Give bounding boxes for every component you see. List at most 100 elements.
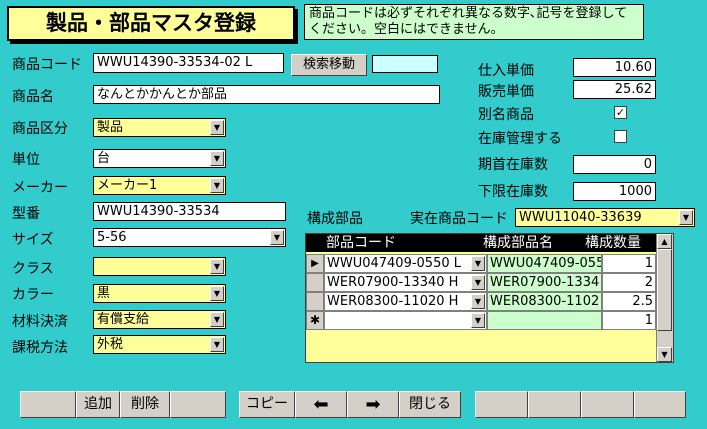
chevron-down-icon[interactable]: ▼ bbox=[210, 151, 224, 166]
material-select[interactable]: 有償支給 ▼ bbox=[93, 310, 226, 329]
tax-value: 外税 bbox=[97, 337, 124, 352]
header-selector bbox=[306, 234, 324, 252]
delete-button[interactable]: 削除 bbox=[120, 391, 170, 418]
unit-label: 単位 bbox=[12, 152, 40, 168]
actual-product-code-value: WWU11040-33639 bbox=[519, 210, 642, 225]
chevron-down-icon[interactable]: ▼ bbox=[471, 313, 485, 328]
purchase-price-field[interactable]: 10.60 bbox=[573, 58, 656, 77]
table-row-quantity[interactable]: 2 bbox=[602, 273, 656, 292]
table-row-part-code[interactable]: WWU047409-0550 L ▼ bbox=[324, 254, 487, 273]
row-selector[interactable] bbox=[306, 273, 324, 292]
product-name-field[interactable]: なんとかかんとか部品 bbox=[93, 85, 440, 104]
size-label: サイズ bbox=[12, 232, 54, 248]
arrow-left-icon: ⬅ bbox=[313, 394, 329, 415]
material-label: 材料決済 bbox=[12, 314, 68, 330]
opening-stock-label: 期首在庫数 bbox=[478, 157, 548, 173]
alias-product-label: 別名商品 bbox=[478, 107, 534, 123]
blank-button-1[interactable] bbox=[20, 391, 76, 418]
previous-record-button[interactable]: ⬅ bbox=[295, 391, 347, 418]
category-label: 商品区分 bbox=[12, 121, 68, 137]
size-value: 5-56 bbox=[97, 230, 127, 245]
product-code-field[interactable]: WWU14390-33534-02 L bbox=[93, 53, 284, 73]
table-row-part-code[interactable]: WER08300-11020 H ▼ bbox=[324, 292, 487, 311]
components-label: 構成部品 bbox=[307, 211, 363, 227]
actual-product-code-select[interactable]: WWU11040-33639 ▼ bbox=[515, 208, 695, 227]
class-label: クラス bbox=[12, 261, 54, 277]
category-value: 製品 bbox=[97, 120, 124, 135]
instruction-note: 商品コードは必ずそれぞれ異なる数字､記号を登録してください。空白にはできません。 bbox=[304, 4, 644, 40]
product-name-label: 商品名 bbox=[12, 89, 54, 105]
material-value: 有償支給 bbox=[97, 312, 150, 327]
chevron-down-icon[interactable]: ▼ bbox=[210, 178, 224, 193]
next-record-button[interactable]: ➡ bbox=[347, 391, 399, 418]
color-value: 黒 bbox=[97, 286, 111, 301]
table-row-part-name: WER07900-1334 bbox=[487, 273, 602, 292]
new-row-part-name bbox=[487, 311, 602, 330]
alias-product-checkbox[interactable]: ✓ bbox=[614, 106, 627, 119]
blank-button-3[interactable] bbox=[475, 391, 528, 418]
scroll-up-icon[interactable]: ▲ bbox=[657, 234, 672, 249]
unit-select[interactable]: 台 ▼ bbox=[93, 149, 226, 168]
column-header-quantity: 構成数量 bbox=[583, 234, 657, 252]
chevron-down-icon[interactable]: ▼ bbox=[210, 312, 224, 327]
minimum-stock-field[interactable]: 1000 bbox=[573, 182, 656, 201]
scroll-down-icon[interactable]: ▼ bbox=[657, 347, 672, 362]
maker-select[interactable]: メーカー1 ▼ bbox=[93, 176, 226, 195]
page-title: 製品・部品マスタ登録 bbox=[7, 6, 295, 41]
new-row-selector[interactable]: ✱ bbox=[306, 311, 324, 330]
vertical-scrollbar[interactable]: ▲ ▼ bbox=[656, 234, 673, 362]
blank-button-6[interactable] bbox=[634, 391, 686, 418]
column-header-part-code: 部品コード bbox=[324, 234, 481, 252]
opening-stock-field[interactable]: 0 bbox=[573, 155, 656, 174]
stock-manage-checkbox[interactable] bbox=[614, 130, 627, 143]
model-label: 型番 bbox=[12, 206, 40, 222]
chevron-down-icon[interactable]: ▼ bbox=[471, 275, 485, 290]
arrow-right-icon: ➡ bbox=[365, 394, 381, 415]
chevron-down-icon[interactable]: ▼ bbox=[210, 286, 224, 301]
blank-button-2[interactable] bbox=[170, 391, 226, 418]
maker-value: メーカー1 bbox=[97, 178, 158, 193]
size-select[interactable]: 5-56 ▼ bbox=[93, 228, 286, 247]
table-row-quantity[interactable]: 2.5 bbox=[602, 292, 656, 311]
actual-product-code-label: 実在商品コード bbox=[410, 211, 508, 227]
model-field[interactable]: WWU14390-33534 bbox=[93, 202, 286, 221]
product-code-label: 商品コード bbox=[12, 57, 82, 73]
table-row-quantity[interactable]: 1 bbox=[602, 254, 656, 273]
tax-label: 課税方法 bbox=[12, 340, 68, 356]
column-header-part-name: 構成部品名 bbox=[481, 234, 583, 252]
purchase-price-label: 仕入単価 bbox=[478, 63, 534, 79]
chevron-down-icon[interactable]: ▼ bbox=[471, 256, 485, 271]
search-move-button[interactable]: 検索移動 bbox=[291, 54, 367, 76]
unit-value: 台 bbox=[97, 151, 111, 166]
blank-button-4[interactable] bbox=[528, 391, 581, 418]
category-select[interactable]: 製品 ▼ bbox=[93, 118, 226, 137]
chevron-down-icon[interactable]: ▼ bbox=[210, 337, 224, 352]
add-button[interactable]: 追加 bbox=[76, 391, 120, 418]
sale-price-label: 販売単価 bbox=[478, 84, 534, 100]
sale-price-field[interactable]: 25.62 bbox=[573, 80, 656, 99]
minimum-stock-label: 下限在庫数 bbox=[478, 184, 548, 200]
color-label: カラー bbox=[12, 287, 54, 303]
blank-button-5[interactable] bbox=[581, 391, 634, 418]
color-select[interactable]: 黒 ▼ bbox=[93, 284, 226, 303]
row-selector-current[interactable]: ▶ bbox=[306, 254, 324, 273]
chevron-down-icon[interactable]: ▼ bbox=[679, 210, 693, 225]
maker-label: メーカー bbox=[12, 180, 68, 196]
class-select[interactable]: ▼ bbox=[93, 257, 226, 276]
scroll-thumb[interactable] bbox=[657, 249, 672, 331]
close-button[interactable]: 閉じる bbox=[399, 391, 461, 418]
tax-select[interactable]: 外税 ▼ bbox=[93, 335, 226, 354]
chevron-down-icon[interactable]: ▼ bbox=[210, 259, 224, 274]
chevron-down-icon[interactable]: ▼ bbox=[210, 120, 224, 135]
search-result-field[interactable] bbox=[372, 55, 438, 73]
new-row-quantity[interactable]: 1 bbox=[602, 311, 656, 330]
chevron-down-icon[interactable]: ▼ bbox=[471, 294, 485, 309]
table-row-part-name: WER08300-1102 bbox=[487, 292, 602, 311]
table-row-part-name: WWU047409-055 bbox=[487, 254, 602, 273]
copy-button[interactable]: コピー bbox=[239, 391, 295, 418]
table-row-part-code[interactable]: WER07900-13340 H ▼ bbox=[324, 273, 487, 292]
chevron-down-icon[interactable]: ▼ bbox=[270, 230, 284, 245]
row-selector[interactable] bbox=[306, 292, 324, 311]
stock-manage-label: 在庫管理する bbox=[478, 131, 562, 147]
new-row-part-code[interactable]: ▼ bbox=[324, 311, 487, 330]
